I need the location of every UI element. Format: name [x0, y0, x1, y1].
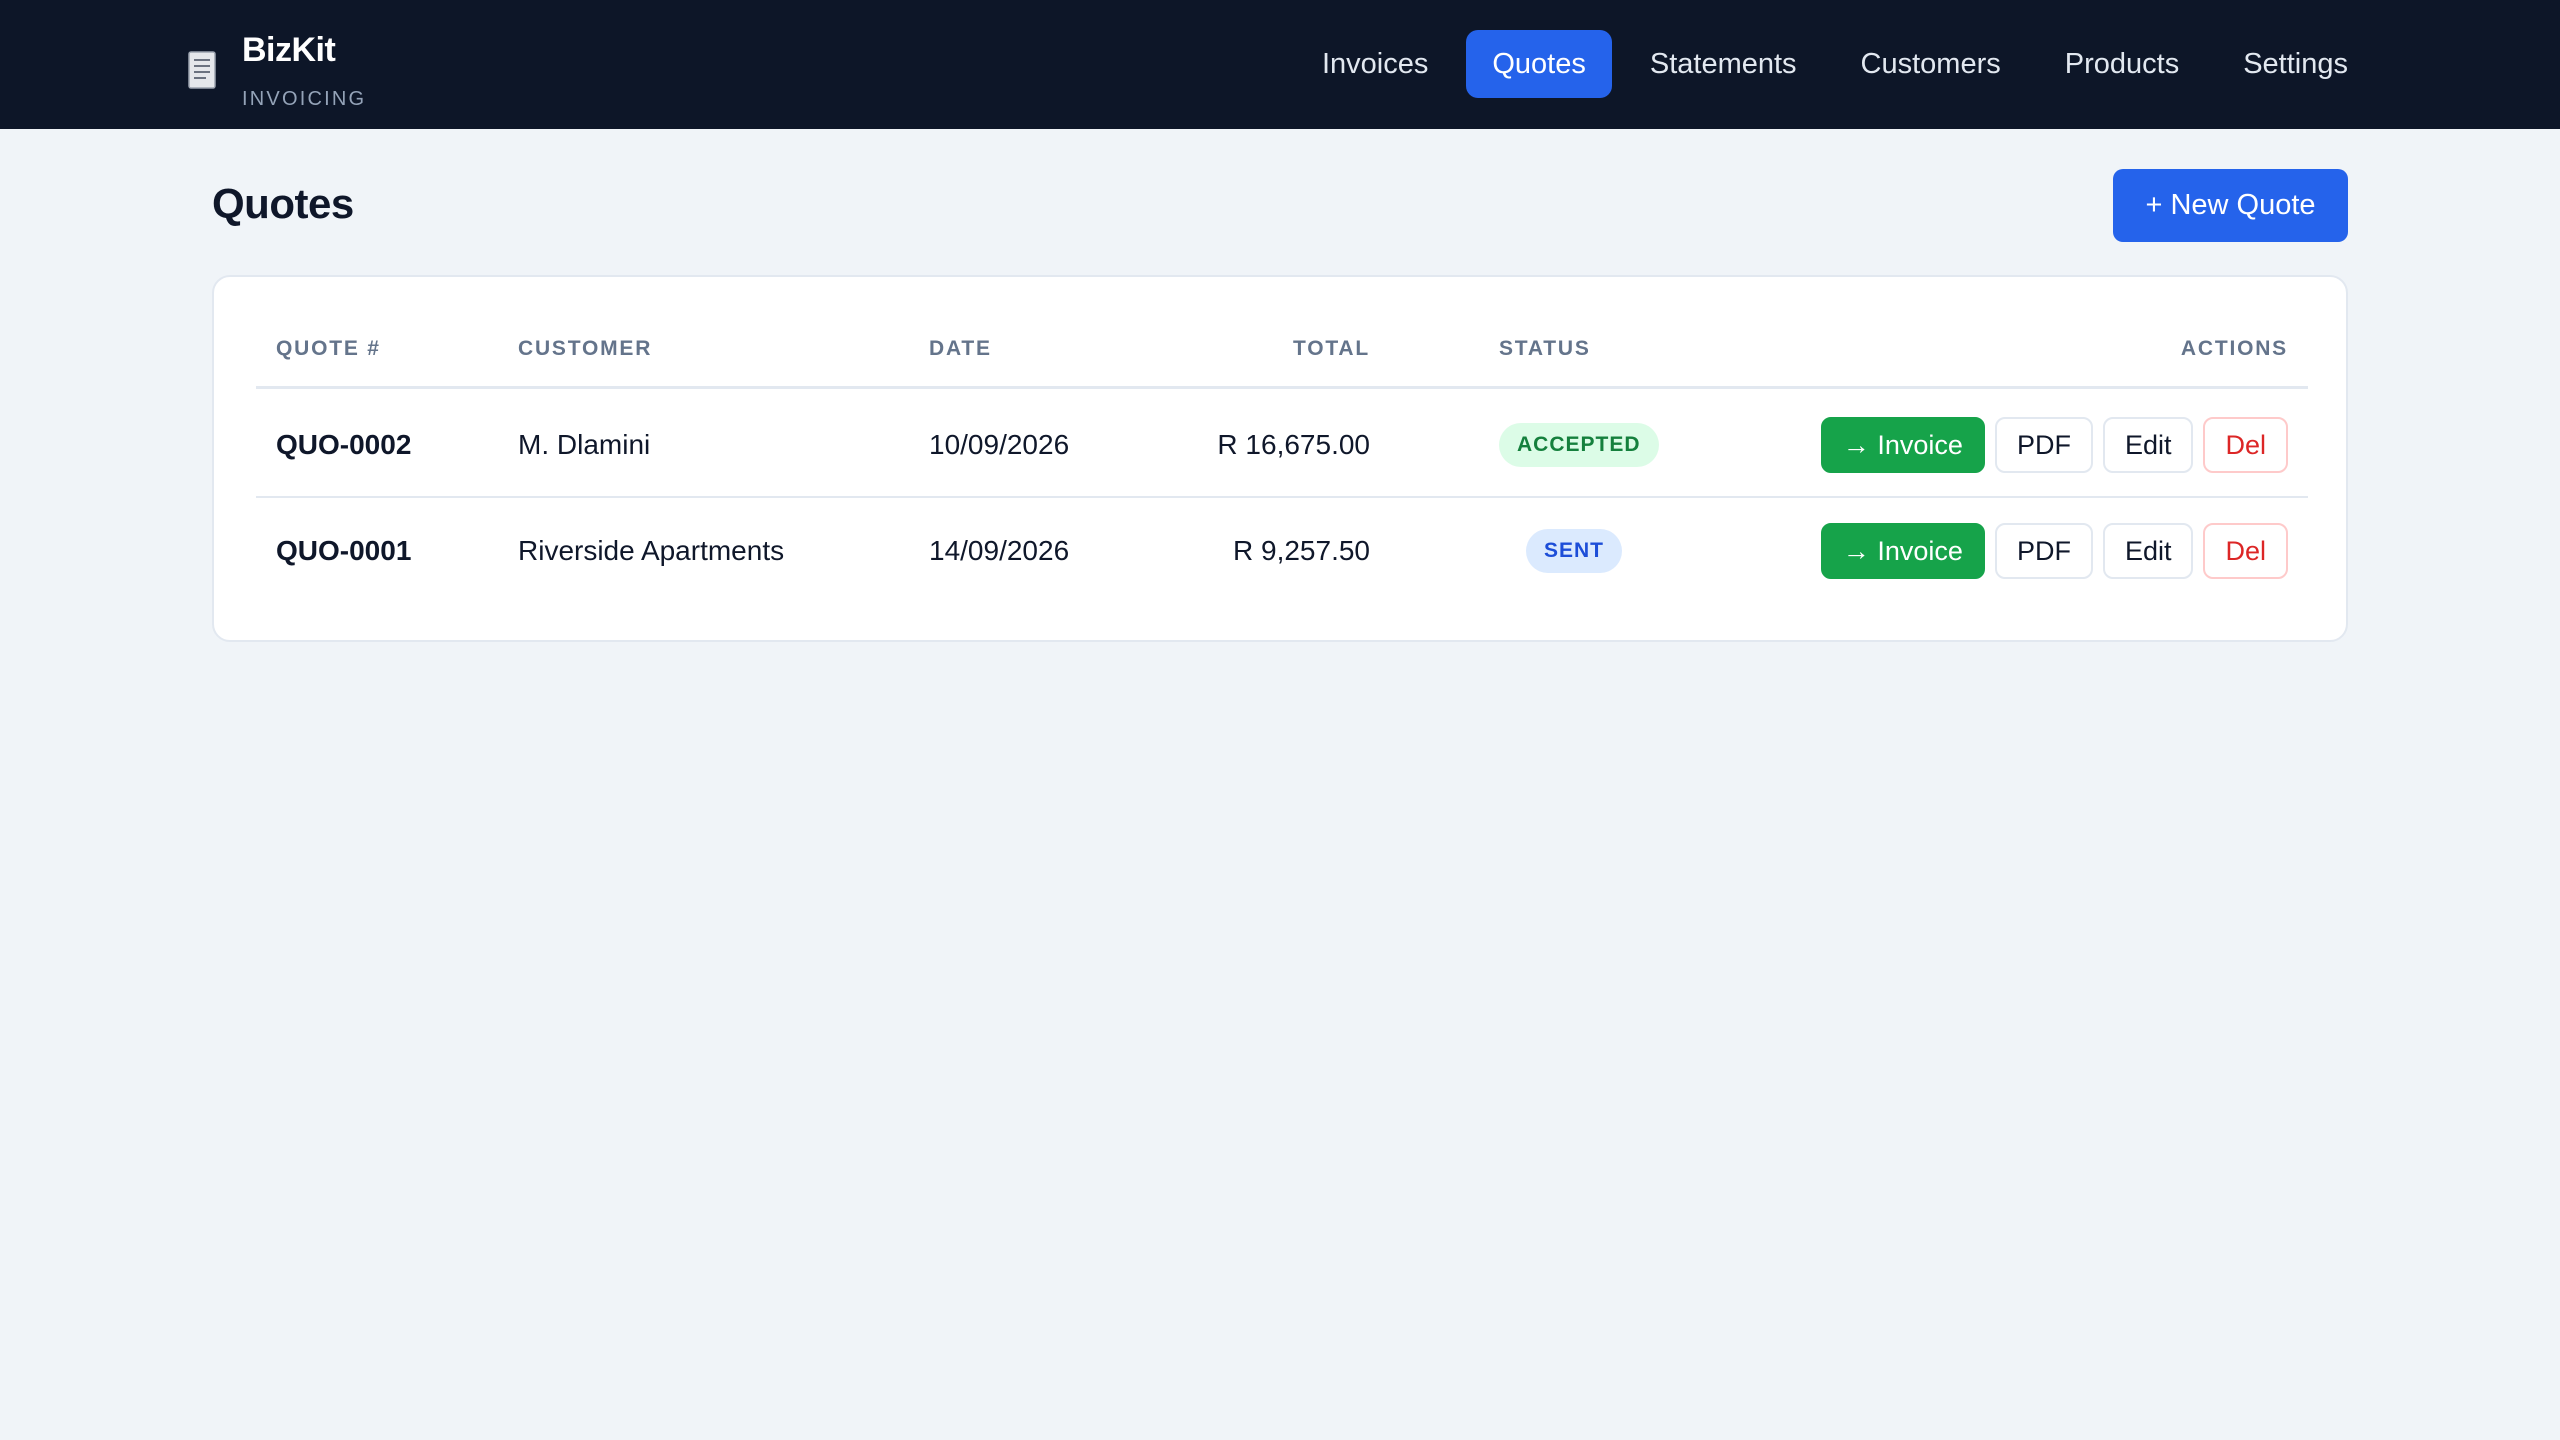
quote-total: R 9,257.50	[1233, 535, 1370, 566]
quote-date: 14/09/2026	[929, 535, 1070, 566]
convert-to-invoice-button[interactable]: → Invoice	[1820, 417, 1985, 473]
quote-number[interactable]: QUO-0001	[276, 499, 411, 603]
brand-name: BizKit	[242, 31, 336, 69]
nav-statements[interactable]: Statements	[1624, 30, 1823, 98]
quotes-table-card: QUOTE # CUSTOMER DATE TOTAL STATUS ACTIO…	[212, 275, 2348, 642]
table-row: QUO-0001 Riverside Apartments 14/09/2026…	[256, 499, 2308, 603]
brand[interactable]: BizKit INVOICING	[186, 30, 366, 110]
quote-total: R 16,675.00	[1217, 429, 1370, 460]
edit-button[interactable]: Edit	[2102, 417, 2194, 473]
top-navbar: BizKit INVOICING Invoices Quotes Stateme…	[0, 0, 2560, 129]
header-date: DATE	[929, 337, 992, 360]
nav-settings[interactable]: Settings	[2217, 30, 2374, 98]
header-status: STATUS	[1499, 337, 1591, 360]
table-row: QUO-0002 M. Dlamini 10/09/2026 R 16,675.…	[256, 394, 2308, 498]
status-badge: ACCEPTED	[1499, 423, 1659, 467]
status-badge: SENT	[1526, 529, 1623, 573]
pdf-button[interactable]: PDF	[1994, 523, 2093, 579]
row-actions: → Invoice PDF Edit Del	[1820, 394, 2288, 496]
brand-subtitle: INVOICING	[242, 88, 367, 110]
nav-invoices[interactable]: Invoices	[1296, 30, 1454, 98]
page-title: Quotes	[212, 180, 354, 227]
header-quote-number: QUOTE #	[276, 337, 381, 360]
new-quote-button[interactable]: + New Quote	[2113, 169, 2348, 242]
row-actions: → Invoice PDF Edit Del	[1820, 499, 2288, 603]
main-nav: Invoices Quotes Statements Customers Pro…	[1296, 30, 2374, 98]
pdf-button[interactable]: PDF	[1994, 417, 2093, 473]
quote-number[interactable]: QUO-0002	[276, 394, 411, 496]
customer-name: M. Dlamini	[518, 429, 651, 460]
customer-name: Riverside Apartments	[518, 535, 785, 566]
status-cell: SENT	[1526, 499, 1623, 603]
nav-customers[interactable]: Customers	[1835, 30, 2027, 98]
quote-date: 10/09/2026	[929, 429, 1070, 460]
header-actions: ACTIONS	[2180, 337, 2288, 360]
nav-quotes[interactable]: Quotes	[1466, 30, 1612, 98]
status-cell: ACCEPTED	[1499, 394, 1659, 496]
delete-button[interactable]: Del	[2203, 417, 2288, 473]
table-header: QUOTE # CUSTOMER DATE TOTAL STATUS ACTIO…	[256, 337, 2308, 389]
header-customer: CUSTOMER	[518, 337, 653, 360]
header-total: TOTAL	[1292, 337, 1370, 360]
receipt-icon	[188, 51, 216, 89]
delete-button[interactable]: Del	[2203, 523, 2288, 579]
convert-to-invoice-button[interactable]: → Invoice	[1820, 523, 1985, 579]
edit-button[interactable]: Edit	[2102, 523, 2194, 579]
nav-products[interactable]: Products	[2039, 30, 2205, 98]
